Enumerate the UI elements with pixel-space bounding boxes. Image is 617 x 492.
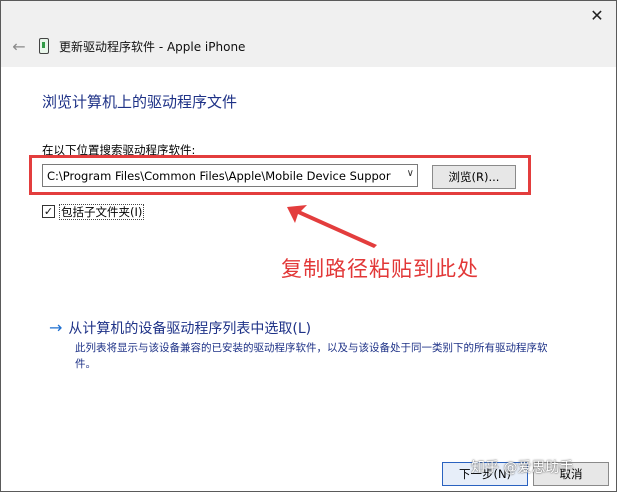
- driver-path-value[interactable]: C:\Program Files\Common Files\Apple\Mobi…: [47, 169, 397, 183]
- pick-from-list-link[interactable]: → 从计算机的设备驱动程序列表中选取(L): [49, 318, 311, 338]
- watermark: 知乎 @爱思助手: [471, 460, 574, 476]
- arrow-right-icon: →: [49, 318, 63, 337]
- back-arrow-icon[interactable]: ←: [9, 37, 29, 57]
- dialog-content: 浏览计算机上的驱动程序文件 在以下位置搜索驱动程序软件: C:\Program …: [1, 67, 616, 491]
- chevron-down-icon[interactable]: ∨: [407, 168, 414, 179]
- annotation-arrow-icon: [287, 205, 377, 248]
- include-subfolders-label[interactable]: 包括子文件夹(I): [59, 204, 145, 220]
- update-driver-dialog: ✕ ← 更新驱动程序软件 - Apple iPhone 浏览计算机上的驱动程序文…: [0, 0, 617, 492]
- page-heading: 浏览计算机上的驱动程序文件: [42, 93, 238, 111]
- window-title: 更新驱动程序软件 - Apple iPhone: [59, 40, 246, 54]
- close-icon[interactable]: ✕: [586, 5, 608, 27]
- pick-from-list-label[interactable]: 从计算机的设备驱动程序列表中选取(L): [68, 321, 311, 337]
- title-bar: ✕ ← 更新驱动程序软件 - Apple iPhone: [1, 1, 616, 67]
- driver-path-combobox[interactable]: C:\Program Files\Common Files\Apple\Mobi…: [42, 164, 418, 187]
- include-subfolders-checkbox[interactable]: ✓: [42, 205, 55, 218]
- browse-button[interactable]: 浏览(R)...: [432, 165, 516, 189]
- annotation-text: 复制路径粘贴到此处: [281, 257, 479, 281]
- pick-from-list-description: 此列表将显示与该设备兼容的已安装的驱动程序软件，以及与该设备处于同一类别下的所有…: [75, 342, 548, 370]
- device-manager-icon: [39, 38, 49, 54]
